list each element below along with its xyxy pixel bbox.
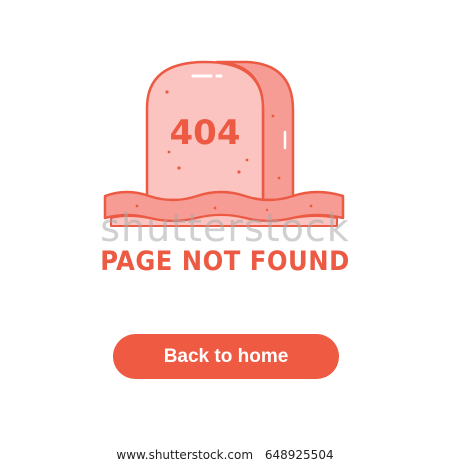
footer-credit: www.shutterstock.com 648925504 — [0, 448, 450, 462]
page-title: PAGE NOT FOUND — [100, 246, 350, 277]
watermark: shutterstock — [100, 206, 350, 250]
tombstone-text: 404 — [170, 113, 241, 153]
footer-site[interactable]: www.shutterstock.com — [116, 448, 253, 462]
error-page: 404 shutterstock PAGE NOT FOUND Back to … — [0, 0, 450, 470]
footer-image-id: 648925504 — [264, 448, 334, 462]
back-to-home-button[interactable]: Back to home — [113, 334, 339, 379]
